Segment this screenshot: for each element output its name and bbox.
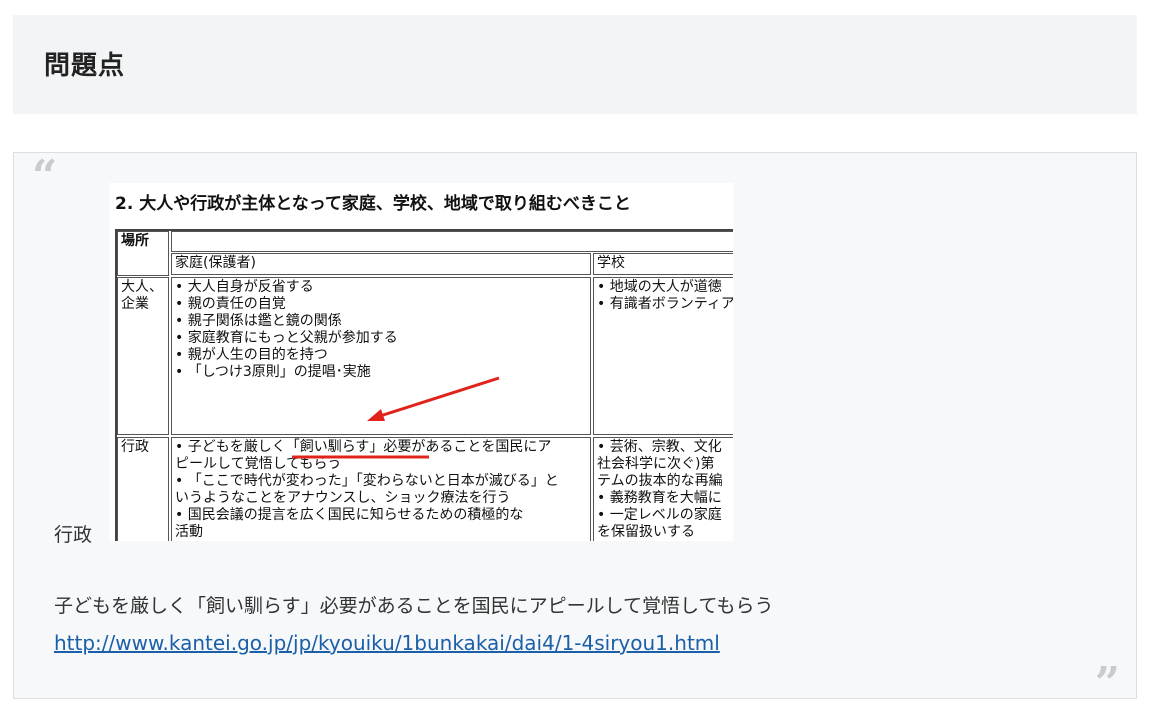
source-link[interactable]: http://www.kantei.go.jp/jp/kyouiku/1bunk… (54, 631, 720, 655)
close-quote-icon: ” (1094, 658, 1120, 709)
red-arrow-annotation (292, 376, 500, 459)
arrow-line (376, 376, 500, 419)
blockquote: “ 2. 大人や行政が主体となって家庭、学校、地域で取り組むべきこと 場所 家庭… (13, 151, 1137, 706)
open-quote-icon: “ (32, 151, 58, 202)
section-heading-box: 問題点 (13, 15, 1137, 114)
arrow-head (367, 409, 385, 421)
quote-text: 子どもを厳しく「飼い馴らす」必要があることを国民にアピールして覚悟してもらう (54, 595, 774, 617)
embedded-document-image: 2. 大人や行政が主体となって家庭、学校、地域で取り組むべきこと 場所 家庭(保… (109, 183, 733, 541)
caption-label: 行政 (54, 524, 93, 546)
section-heading: 問題点 (44, 51, 126, 81)
